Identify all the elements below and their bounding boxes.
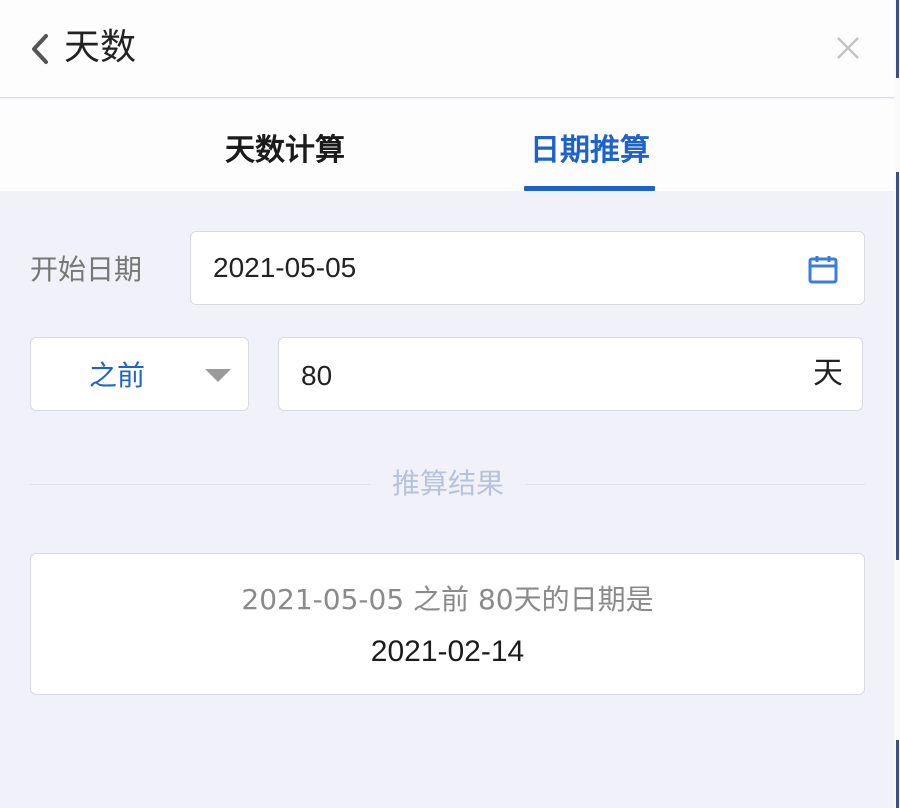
days-unit: 天 <box>813 356 843 391</box>
tab-days-calculation[interactable]: 天数计算 <box>210 127 360 191</box>
direction-select[interactable]: 之前 <box>30 337 249 411</box>
tab-date-inference[interactable]: 日期推算 <box>520 127 660 191</box>
back-button[interactable] <box>26 30 56 68</box>
edge-marker <box>896 740 899 808</box>
result-value: 2021-02-14 <box>370 635 525 668</box>
page-title: 天数 <box>64 27 137 68</box>
result-card: 2021-05-05 之前 80天的日期是 2021-02-14 <box>30 553 865 695</box>
tab-bar: 天数计算 日期推算 <box>0 99 894 191</box>
chevron-left-icon <box>32 34 48 64</box>
close-button[interactable] <box>832 32 864 64</box>
start-date-input[interactable]: 2021-05-05 <box>190 231 865 305</box>
start-date-value: 2021-05-05 <box>213 252 357 283</box>
days-input[interactable]: 80 天 <box>278 337 863 411</box>
header-bar: 天数 <box>0 0 894 98</box>
edge-marker <box>896 172 899 560</box>
result-section-label: 推算结果 <box>391 467 504 500</box>
start-date-label: 开始日期 <box>30 253 143 286</box>
divider-line-left <box>30 484 370 485</box>
calendar-icon[interactable] <box>807 254 839 286</box>
result-description: 2021-05-05 之前 80天的日期是 <box>241 583 654 616</box>
caret-down-icon <box>205 368 231 382</box>
days-value: 80 <box>301 360 333 391</box>
close-icon <box>837 37 859 59</box>
direction-value: 之前 <box>89 359 146 392</box>
divider-line-right <box>526 484 865 485</box>
edge-marker <box>896 0 899 78</box>
date-calculator-app: 天数 天数计算 日期推算 开始日期 2021-05-05 之前 80 天 推算结… <box>0 0 900 808</box>
